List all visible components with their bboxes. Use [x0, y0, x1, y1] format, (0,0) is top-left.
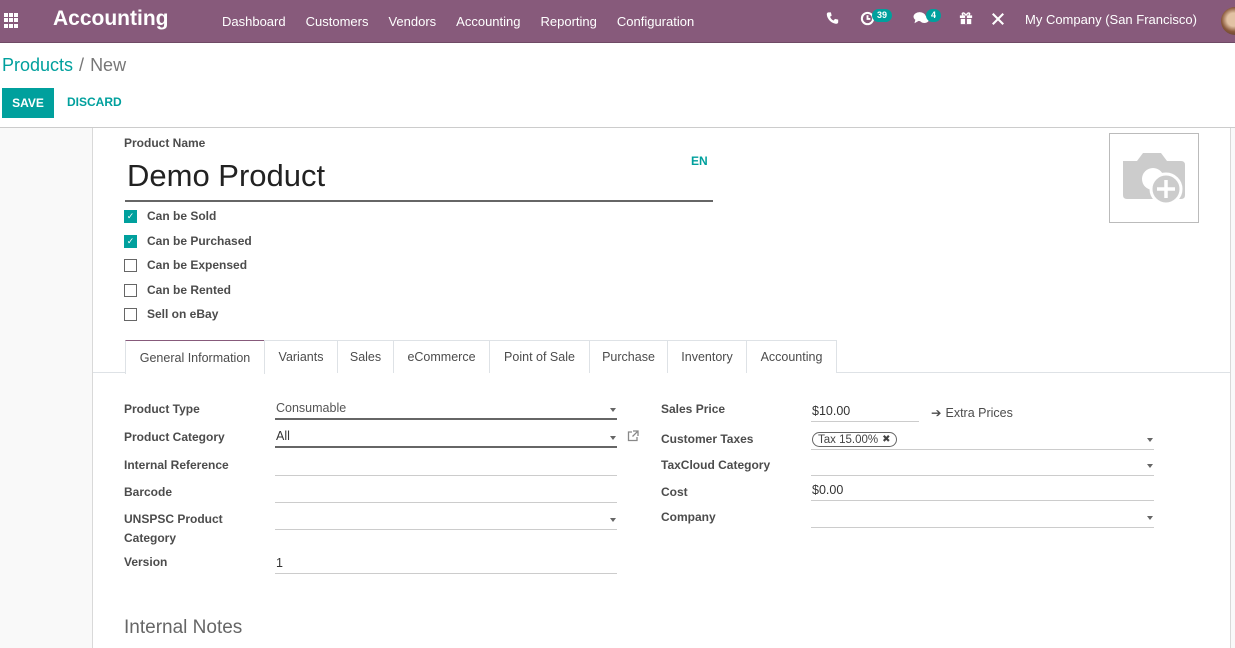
phone-icon[interactable]: [826, 11, 839, 28]
menu-vendors[interactable]: Vendors: [388, 14, 436, 29]
tab-inventory[interactable]: Inventory: [667, 340, 747, 373]
dropdown-caret-icon: [610, 518, 616, 522]
checkbox-checked-icon[interactable]: [124, 209, 137, 223]
checkbox-label: Can be Expensed: [147, 258, 248, 272]
internal-reference-label: Internal Reference: [124, 458, 229, 472]
checkbox-can-be-purchased[interactable]: Can be Purchased: [124, 234, 252, 248]
tab-variants[interactable]: Variants: [264, 340, 338, 373]
arrow-right-icon: ➔: [931, 406, 942, 420]
tab-general-information[interactable]: General Information: [125, 340, 265, 374]
main-menu: Dashboard Customers Vendors Accounting R…: [222, 0, 714, 43]
sales-price-label: Sales Price: [661, 402, 726, 416]
top-navbar: Accounting Dashboard Customers Vendors A…: [0, 0, 1235, 43]
product-type-select[interactable]: Consumable: [275, 398, 617, 420]
checkbox-label: Can be Purchased: [147, 234, 252, 248]
control-panel: Products / New SAVE DISCARD: [0, 43, 1235, 128]
form-tabs: General Information Variants Sales eComm…: [93, 340, 1230, 374]
menu-configuration[interactable]: Configuration: [617, 14, 694, 29]
tab-sales[interactable]: Sales: [337, 340, 394, 373]
app-title: Accounting: [53, 7, 169, 30]
menu-reporting[interactable]: Reporting: [541, 14, 597, 29]
product-name-label: Product Name: [124, 136, 206, 150]
debug-tools-icon[interactable]: [991, 12, 1005, 29]
checkbox-can-be-expensed[interactable]: Can be Expensed: [124, 258, 247, 272]
unspsc-label-line2: Category: [124, 531, 177, 545]
message-count-badge: 4: [926, 9, 942, 22]
tax-tag: Tax 15.00% ✖: [812, 432, 897, 447]
camera-add-icon: [1123, 153, 1185, 206]
activity-count-badge: 39: [872, 9, 893, 22]
language-button[interactable]: EN: [691, 154, 708, 168]
menu-accounting[interactable]: Accounting: [456, 14, 520, 29]
remove-tag-icon[interactable]: ✖: [882, 434, 890, 445]
user-avatar[interactable]: [1221, 7, 1235, 35]
barcode-label: Barcode: [124, 485, 173, 499]
dropdown-caret-icon: [1147, 516, 1153, 520]
product-image-upload[interactable]: [1109, 133, 1199, 223]
sales-price-input[interactable]: $10.00: [811, 400, 919, 422]
internal-notes-title: Internal Notes: [124, 617, 243, 638]
taxcloud-category-label: TaxCloud Category: [661, 458, 771, 472]
tax-tag-label: Tax 15.00%: [818, 433, 879, 446]
gift-icon[interactable]: [959, 11, 973, 28]
company-select[interactable]: [811, 506, 1154, 528]
company-switcher[interactable]: My Company (San Francisco): [1025, 12, 1197, 27]
taxcloud-category-select[interactable]: [811, 454, 1154, 476]
internal-reference-input[interactable]: [275, 454, 617, 476]
company-label: Company: [661, 510, 716, 524]
checkbox-checked-icon[interactable]: [124, 234, 137, 248]
checkbox-label: Sell on eBay: [147, 307, 219, 321]
checkbox-sell-on-ebay[interactable]: Sell on eBay: [124, 307, 218, 321]
discard-button[interactable]: DISCARD: [67, 95, 122, 109]
cost-label: Cost: [661, 485, 688, 499]
tab-accounting[interactable]: Accounting: [746, 340, 837, 373]
checkbox-can-be-rented[interactable]: Can be Rented: [124, 283, 231, 297]
dropdown-caret-icon: [1147, 464, 1153, 468]
menu-dashboard[interactable]: Dashboard: [222, 14, 286, 29]
unspsc-category-select[interactable]: [275, 508, 617, 530]
version-label: Version: [124, 555, 168, 569]
tab-point-of-sale[interactable]: Point of Sale: [489, 340, 590, 373]
cost-input[interactable]: $0.00: [811, 479, 1154, 501]
product-type-label: Product Type: [124, 402, 200, 416]
menu-customers[interactable]: Customers: [306, 14, 369, 29]
tab-purchase[interactable]: Purchase: [589, 340, 668, 373]
version-input[interactable]: 1: [275, 552, 617, 574]
customer-taxes-label: Customer Taxes: [661, 432, 754, 446]
customer-taxes-input[interactable]: Tax 15.00% ✖: [811, 428, 1154, 450]
external-link-icon[interactable]: [627, 430, 639, 445]
breadcrumb: Products / New: [2, 55, 126, 76]
dropdown-caret-icon: [610, 408, 616, 412]
checkbox-label: Can be Rented: [147, 283, 232, 297]
breadcrumb-current: New: [90, 55, 127, 75]
tab-ecommerce[interactable]: eCommerce: [393, 340, 490, 373]
dropdown-caret-icon: [1147, 438, 1153, 442]
apps-menu-icon[interactable]: [4, 13, 19, 28]
product-name-input[interactable]: Demo Product: [125, 154, 713, 202]
breadcrumb-separator: /: [79, 55, 85, 75]
checkbox-can-be-sold[interactable]: Can be Sold: [124, 209, 216, 223]
checkbox-label: Can be Sold: [147, 209, 217, 223]
product-category-label: Product Category: [124, 430, 225, 444]
product-category-select[interactable]: All: [275, 426, 617, 448]
form-sheet: Product Name Demo Product EN Can be Sold…: [92, 128, 1231, 648]
checkbox-unchecked-icon[interactable]: [124, 283, 137, 297]
checkbox-unchecked-icon[interactable]: [124, 258, 137, 272]
barcode-input[interactable]: [275, 481, 617, 503]
dropdown-caret-icon: [610, 436, 616, 440]
product-category-value: All: [276, 429, 290, 443]
checkbox-unchecked-icon[interactable]: [124, 307, 137, 321]
product-type-value: Consumable: [276, 401, 347, 415]
extra-prices-label: Extra Prices: [945, 406, 1013, 420]
breadcrumb-products[interactable]: Products: [2, 55, 73, 75]
save-button[interactable]: SAVE: [2, 88, 54, 118]
extra-prices-button[interactable]: ➔ Extra Prices: [931, 405, 1013, 420]
unspsc-label-line1: UNSPSC Product: [124, 512, 223, 526]
